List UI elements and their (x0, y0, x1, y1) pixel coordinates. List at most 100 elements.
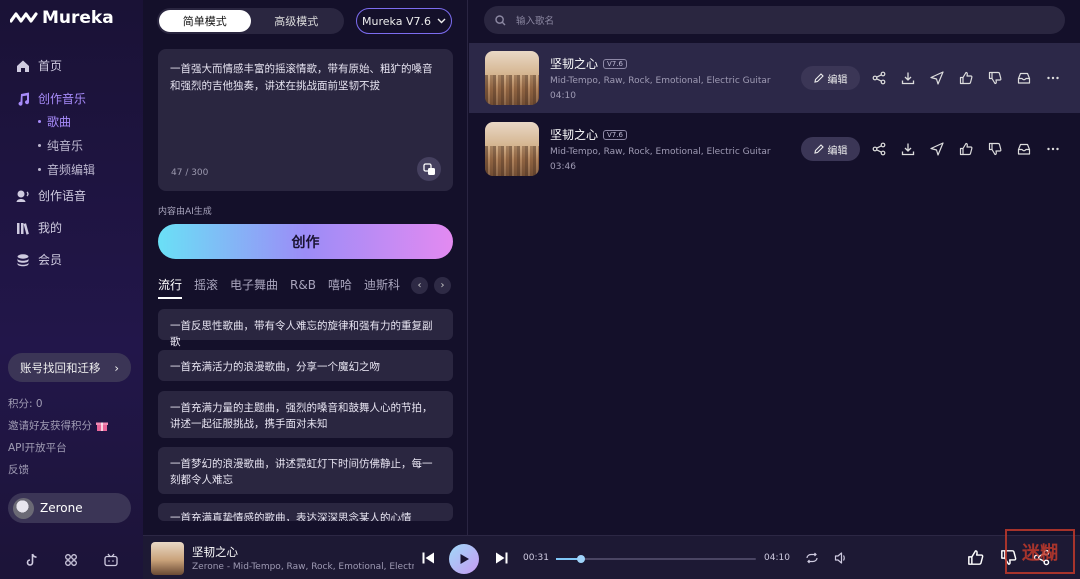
chevron-left-icon[interactable]: ‹ (411, 277, 428, 294)
song-search-input[interactable]: 输入歌名 (484, 6, 1065, 34)
suggestion-item[interactable]: 一首充满力量的主题曲，强烈的嗓音和鼓舞人心的节拍，讲述一起征服挑战，携手面对未知 (158, 391, 453, 438)
next-icon[interactable] (495, 551, 509, 565)
genre-tab[interactable]: R&B (290, 278, 316, 292)
coins-icon (17, 253, 29, 266)
sub-audio-edit[interactable]: 音频编辑 (38, 161, 95, 178)
watermark-seal: 迷糊 (1005, 529, 1075, 574)
song-row[interactable]: 坚韧之心 V7.6 Mid-Tempo, Raw, Rock, Emotiona… (469, 114, 1080, 184)
community-icon[interactable] (64, 553, 78, 567)
sub-instrumental[interactable]: 纯音乐 (38, 137, 83, 154)
thumbs-up-icon[interactable] (967, 549, 984, 566)
genre-tab[interactable]: 嘻哈 (328, 276, 352, 293)
gift-icon (96, 422, 108, 431)
library-icon (17, 222, 29, 235)
more-icon[interactable] (1046, 71, 1060, 85)
invite-link[interactable]: 邀请好友获得积分 (8, 418, 108, 433)
search-placeholder: 输入歌名 (516, 16, 555, 27)
prompt-input[interactable]: 一首强大而情感丰富的摇滚情歌，带有原始、粗犷的嗓音和强烈的吉他独奏，讲述在挑战面… (158, 49, 453, 191)
create-button[interactable]: 创作 (158, 224, 453, 259)
sub-instrumental-label: 纯音乐 (47, 139, 84, 153)
song-title: 坚韧之心 V7.6 (550, 126, 627, 143)
suggestion-item[interactable]: 一首反思性歌曲，带有令人难忘的旋律和强有力的重复副歌 (158, 309, 453, 348)
nav-home[interactable]: 首页 (16, 57, 62, 74)
progress-handle[interactable] (576, 555, 585, 563)
download-icon[interactable] (901, 142, 915, 156)
version-badge: V7.6 (603, 58, 627, 69)
song-actions (872, 71, 1060, 85)
send-icon[interactable] (930, 142, 944, 156)
share-icon[interactable] (872, 142, 886, 156)
song-actions (872, 142, 1060, 156)
app-name: Mureka (42, 8, 114, 28)
genre-tab[interactable]: 流行 (158, 276, 183, 299)
player-subtitle: Zerone - Mid-Tempo, Raw, Rock, Emotional… (192, 562, 414, 572)
more-icon[interactable] (1046, 142, 1060, 156)
invite-label: 邀请好友获得积分 (8, 420, 92, 432)
progress-slider[interactable] (556, 555, 756, 563)
advanced-mode-tab[interactable]: 高级模式 (251, 10, 343, 32)
pencil-icon (813, 144, 824, 154)
thumbs-up-icon[interactable] (959, 71, 973, 85)
sub-songs[interactable]: 歌曲 (38, 113, 71, 130)
pencil-icon (813, 73, 824, 83)
thumbs-down-icon[interactable] (988, 71, 1002, 85)
mureka-logo[interactable]: Mureka (10, 8, 114, 28)
total-time: 04:10 (764, 553, 790, 563)
song-title-text: 坚韧之心 (550, 128, 599, 142)
chevron-down-icon (437, 18, 446, 24)
repeat-icon[interactable] (805, 551, 819, 565)
previous-icon[interactable] (421, 551, 435, 565)
edit-button[interactable]: 编辑 (801, 66, 860, 90)
chevron-right-icon[interactable]: › (434, 277, 451, 294)
bilibili-icon[interactable] (104, 553, 118, 567)
song-row[interactable]: 坚韧之心 V7.6 Mid-Tempo, Raw, Rock, Emotiona… (469, 43, 1080, 113)
account-recovery-label: 账号找回和迁移 (20, 360, 101, 375)
nav-mine-label: 我的 (38, 221, 63, 235)
tiktok-icon[interactable] (25, 553, 39, 567)
simple-mode-tab[interactable]: 简单模式 (159, 10, 251, 32)
player-title: 坚韧之心 (192, 545, 238, 559)
suggestion-item[interactable]: 一首梦幻的浪漫歌曲，讲述霓虹灯下时间仿佛静止，每一刻都令人难忘 (158, 447, 453, 494)
nav-create-voice[interactable]: 创作语音 (16, 187, 86, 204)
search-icon (495, 14, 506, 25)
suggestion-item[interactable]: 一首充满活力的浪漫歌曲，分享一个魔幻之吻 (158, 350, 453, 381)
send-icon[interactable] (930, 71, 944, 85)
player-cover[interactable] (151, 542, 184, 575)
prompt-inspire-button[interactable] (417, 157, 441, 181)
sidebar: Mureka 首页 创作音乐 歌曲 纯音乐 音频编辑 创作语音 我的 会员 账号… (0, 0, 143, 579)
nav-create-music[interactable]: 创作音乐 (16, 90, 86, 107)
inbox-icon[interactable] (1017, 71, 1031, 85)
social-links (0, 553, 143, 567)
home-icon (17, 60, 29, 72)
song-cover[interactable] (485, 122, 539, 176)
model-version-label: Mureka V7.6 (362, 14, 431, 28)
genre-tab[interactable]: 迪斯科 (364, 276, 400, 293)
play-button[interactable] (449, 544, 479, 574)
thumbs-down-icon[interactable] (988, 142, 1002, 156)
song-tags: Mid-Tempo, Raw, Rock, Emotional, Electri… (550, 76, 771, 86)
mureka-wave-icon (10, 12, 38, 23)
thumbs-up-icon[interactable] (959, 142, 973, 156)
model-version-select[interactable]: Mureka V7.6 (356, 8, 452, 34)
nav-mine[interactable]: 我的 (16, 219, 62, 236)
genre-tab[interactable]: 摇滚 (194, 276, 218, 293)
song-duration: 03:46 (550, 162, 576, 172)
prompt-text[interactable]: 一首强大而情感丰富的摇滚情歌，带有原始、粗犷的嗓音和强烈的吉他独奏，讲述在挑战面… (170, 61, 441, 95)
account-recovery-button[interactable]: 账号找回和迁移 › (8, 353, 131, 382)
song-cover[interactable] (485, 51, 539, 105)
api-platform-link[interactable]: API开放平台 (8, 440, 67, 455)
inbox-icon[interactable] (1017, 142, 1031, 156)
suggestion-item[interactable]: 一首充满真挚情感的歌曲，表达深深思念某人的心情 (158, 503, 453, 521)
volume-icon[interactable] (834, 551, 848, 565)
feedback-link[interactable]: 反馈 (8, 462, 29, 477)
download-icon[interactable] (901, 71, 915, 85)
mode-toggle: 简单模式 高级模式 (157, 8, 344, 34)
user-profile-button[interactable]: Zerone (8, 493, 131, 523)
nav-membership[interactable]: 会员 (16, 251, 62, 268)
genre-tab[interactable]: 电子舞曲 (230, 276, 278, 293)
edit-button[interactable]: 编辑 (801, 137, 860, 161)
version-badge: V7.6 (603, 129, 627, 140)
avatar (13, 497, 34, 519)
song-title-text: 坚韧之心 (550, 57, 599, 71)
share-icon[interactable] (872, 71, 886, 85)
